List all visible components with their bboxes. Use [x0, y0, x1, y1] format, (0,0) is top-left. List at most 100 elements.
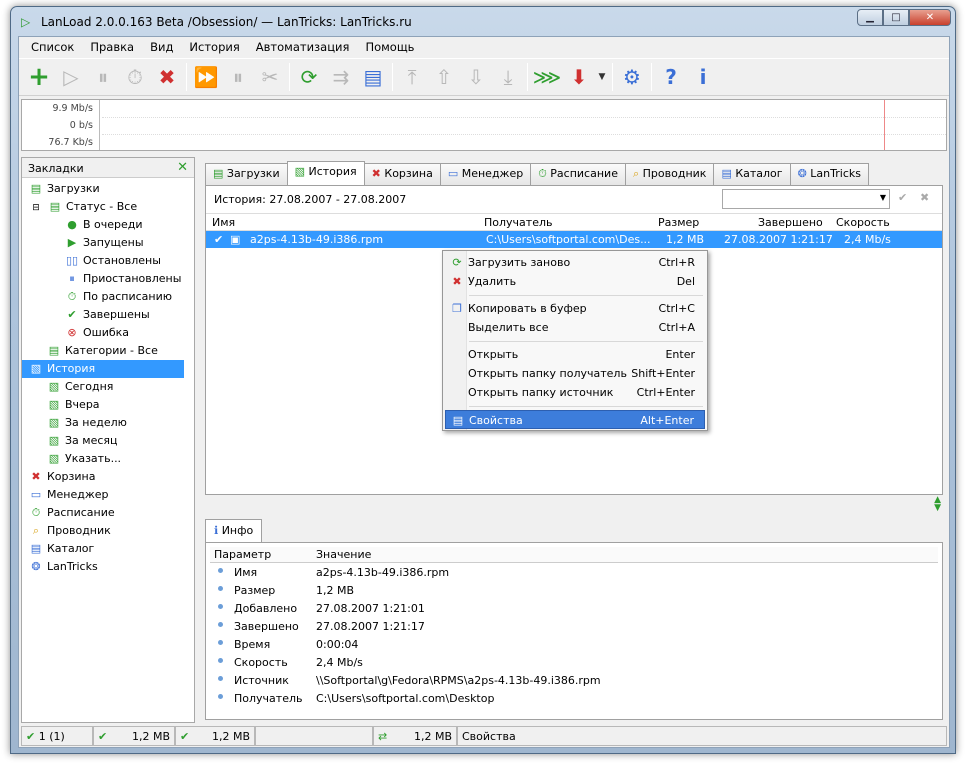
menu-item-delete[interactable]: ✖ Удалить Del — [445, 272, 705, 291]
sidebar-item-label: За месяц — [65, 434, 118, 447]
threads-icon[interactable]: ⋙ — [531, 61, 563, 93]
sidebar-item-paused[interactable]: ⏸ Приостановлены — [64, 270, 181, 288]
grid-line — [102, 134, 946, 135]
sidebar-item-today[interactable]: ▧ Сегодня — [46, 378, 114, 396]
menu-edit[interactable]: Правка — [82, 37, 142, 57]
info-row: Добавлено 27.08.2007 1:21:01 — [210, 599, 938, 617]
close-button[interactable]: ✕ — [909, 9, 951, 26]
sidebar-item-completed[interactable]: ✔ Завершены — [64, 306, 149, 324]
pause-all-icon[interactable]: ⏸ — [222, 61, 254, 93]
start-all-icon[interactable]: ⏩ — [190, 61, 222, 93]
info-value: 27.08.2007 1:21:01 — [316, 602, 425, 615]
sidebar-item-week[interactable]: ▧ За неделю — [46, 414, 127, 432]
tab-downloads[interactable]: ▤ Загрузки — [205, 163, 288, 185]
toolbar: + ▷ ⏸ ⏱ ✖ ⏩ ⏸ ✂ ⟳ ⇉ ▤ ⤒ ⇧ ⇩ ⤓ ⋙ ⬇ ▼ ⚙ ? … — [19, 58, 949, 96]
move-down-icon[interactable]: ⇩ — [460, 61, 492, 93]
menu-help[interactable]: Помощь — [357, 37, 422, 57]
row-name: a2ps-4.13b-49.i386.rpm — [250, 233, 384, 246]
bullet-icon — [218, 694, 223, 699]
menu-automation[interactable]: Автоматизация — [248, 37, 358, 57]
sidebar-item-trash[interactable]: ✖ Корзина — [28, 468, 95, 486]
menu-list[interactable]: Список — [23, 37, 82, 57]
close-panel-icon[interactable]: ✕ — [177, 160, 188, 175]
tab-lantricks[interactable]: ❂ LanTricks — [789, 163, 869, 185]
refresh-icon[interactable]: ⟳ — [293, 61, 325, 93]
column-speed[interactable]: Скорость — [836, 216, 890, 229]
tab-trash[interactable]: ✖ Корзина — [363, 163, 441, 185]
sidebar-item-lantricks[interactable]: ❂ LanTricks — [28, 558, 97, 576]
sidebar-item-custom[interactable]: ▧ Указать... — [46, 450, 121, 468]
sidebar-item-catalog[interactable]: ▤ Каталог — [28, 540, 94, 558]
history-filter-select[interactable]: ▼ — [722, 189, 890, 209]
tab-schedule[interactable]: ⏱ Расписание — [530, 163, 626, 185]
move-top-icon[interactable]: ⤒ — [396, 61, 428, 93]
add-icon[interactable]: + — [23, 61, 55, 93]
menu-item-open-source-folder[interactable]: Открыть папку источник Ctrl+Enter — [445, 383, 705, 402]
apply-icon[interactable]: ✔ — [898, 191, 907, 204]
pause-icon[interactable]: ⏸ — [87, 61, 119, 93]
sidebar-item-label: Указать... — [65, 452, 122, 465]
toolbar-separator — [651, 63, 652, 91]
menu-history[interactable]: История — [181, 37, 247, 57]
monitor-icon: ▭ — [447, 167, 462, 180]
info-key: Источник — [234, 674, 289, 687]
move-up-icon[interactable]: ⇧ — [428, 61, 460, 93]
sidebar-item-categories[interactable]: ▤ Категории - Все — [46, 342, 158, 360]
sidebar-item-downloads[interactable]: ▤ Загрузки — [28, 180, 100, 198]
table-row[interactable]: ✔ ▣ a2ps-4.13b-49.i386.rpm C:\Users\soft… — [206, 231, 942, 248]
collapse-icon[interactable]: ⊟ — [28, 199, 44, 217]
sidebar-item-scheduled[interactable]: ⏱ По расписанию — [64, 288, 172, 306]
column-completed[interactable]: Завершено — [758, 216, 823, 229]
tab-catalog[interactable]: ▤ Каталог — [713, 163, 791, 185]
delete-icon[interactable]: ✖ — [151, 61, 183, 93]
clear-filter-icon[interactable]: ✖ — [920, 191, 929, 204]
sidebar-item-stopped[interactable]: ▯▯ Остановлены — [64, 252, 161, 270]
sidebar-item-month[interactable]: ▧ За месяц — [46, 432, 118, 450]
sidebar-item-explorer[interactable]: ⌕ Проводник — [28, 522, 111, 540]
column-name[interactable]: Имя — [212, 216, 235, 229]
speed-limit-icon[interactable]: ⬇ — [563, 61, 595, 93]
column-destination[interactable]: Получатель — [484, 216, 552, 229]
menu-item-properties[interactable]: ▤ Свойства Alt+Enter — [445, 410, 705, 429]
column-size[interactable]: Размер — [658, 216, 699, 229]
bullet-icon — [218, 658, 223, 663]
help-icon[interactable]: ? — [655, 61, 687, 93]
move-icon[interactable]: ⇉ — [325, 61, 357, 93]
info-row: Размер 1,2 MB — [210, 581, 938, 599]
menu-item-open-dest-folder[interactable]: Открыть папку получатель Shift+Enter — [445, 364, 705, 383]
pane-splitter[interactable]: ▲ ▼ — [205, 496, 943, 513]
sidebar-item-queued[interactable]: ● В очереди — [64, 216, 142, 234]
sidebar-item-schedule[interactable]: ⏱ Расписание — [28, 504, 115, 522]
sidebar-item-label: История — [47, 362, 96, 375]
properties-icon[interactable]: ▤ — [357, 61, 389, 93]
schedule-pause-icon[interactable]: ⏱ — [119, 61, 151, 93]
sidebar-item-status-all[interactable]: ⊟ ▤ Статус - Все — [28, 198, 137, 216]
sidebar-item-running[interactable]: ▶ Запущены — [64, 234, 144, 252]
chevron-down-icon[interactable]: ▼ — [595, 61, 609, 93]
menu-item-select-all[interactable]: Выделить все Ctrl+A — [445, 318, 705, 337]
menu-item-reload[interactable]: ⟳ Загрузить заново Ctrl+R — [445, 253, 705, 272]
sidebar-item-label: Загрузки — [47, 182, 100, 195]
menu-item-open[interactable]: Открыть Enter — [445, 345, 705, 364]
resize-icon[interactable]: ▲ ▼ — [934, 496, 941, 513]
move-bottom-icon[interactable]: ⤓ — [492, 61, 524, 93]
tab-label: Проводник — [642, 167, 707, 180]
maximize-button[interactable]: □ — [883, 9, 909, 26]
sidebar-item-manager[interactable]: ▭ Менеджер — [28, 486, 109, 504]
sidebar-item-error[interactable]: ⊗ Ошибка — [64, 324, 129, 342]
tab-history[interactable]: ▧ История — [286, 161, 365, 185]
minimize-button[interactable]: ▁ — [857, 9, 883, 26]
settings-icon[interactable]: ⚙ — [616, 61, 648, 93]
menu-item-copy[interactable]: ❐ Копировать в буфер Ctrl+C — [445, 299, 705, 318]
sidebar-item-history[interactable]: ▧ История — [22, 360, 184, 378]
tab-explorer[interactable]: ⌕ Проводник — [624, 163, 715, 185]
start-icon[interactable]: ▷ — [55, 61, 87, 93]
toolbar-separator — [392, 63, 393, 91]
tab-manager[interactable]: ▭ Менеджер — [439, 163, 532, 185]
info-value: 0:00:04 — [316, 638, 359, 651]
sidebar-item-yesterday[interactable]: ▧ Вчера — [46, 396, 100, 414]
tab-info[interactable]: ℹ Инфо — [205, 519, 263, 543]
clear-icon[interactable]: ✂ — [254, 61, 286, 93]
info-icon[interactable]: i — [687, 61, 719, 93]
menu-view[interactable]: Вид — [142, 37, 181, 57]
